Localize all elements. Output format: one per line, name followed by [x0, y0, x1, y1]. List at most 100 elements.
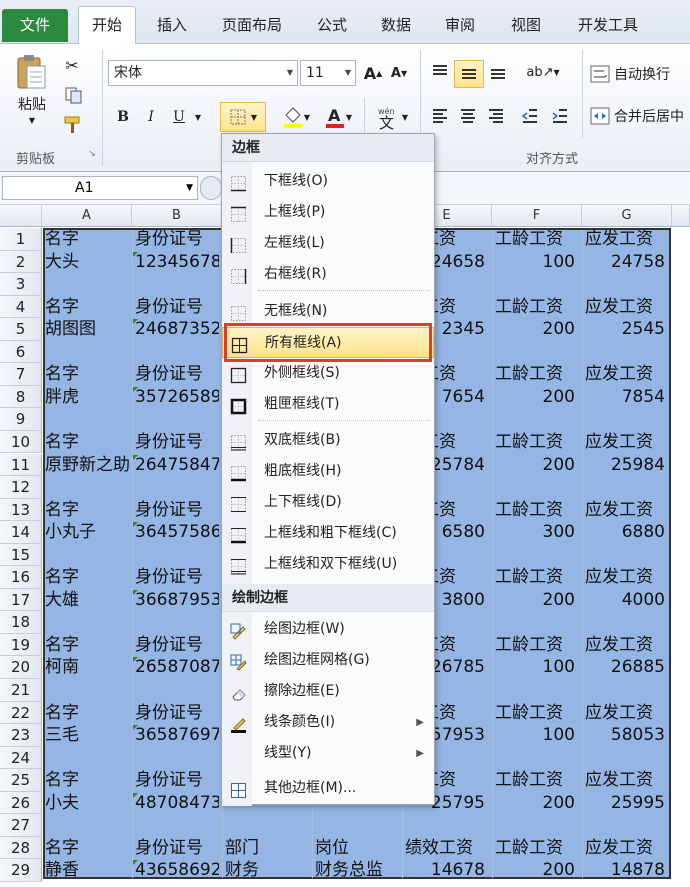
table-cell[interactable]: 123456789 — [135, 252, 219, 274]
table-cell[interactable]: 身份证号 — [135, 364, 219, 386]
menu-item-double-bottom-border[interactable]: 双底框线(B) — [222, 425, 434, 456]
menu-item-draw-border[interactable]: 绘图边框(W) — [222, 614, 434, 645]
row-header[interactable]: 10 — [0, 430, 42, 454]
table-cell[interactable]: 应发工资 — [585, 703, 669, 725]
table-cell[interactable]: 小丸子 — [45, 522, 132, 544]
table-cell[interactable]: 身份证号 — [135, 635, 219, 657]
row-header[interactable]: 15 — [0, 543, 42, 567]
table-cell[interactable]: 岗位 — [315, 838, 399, 860]
table-cell[interactable]: 静香 — [45, 860, 132, 882]
table-cell[interactable]: 工龄工资 — [495, 635, 579, 657]
table-cell[interactable]: 身份证号 — [135, 229, 219, 251]
tab-home[interactable]: 开始 — [78, 6, 136, 45]
tab-page-layout[interactable]: 页面布局 — [212, 7, 292, 44]
table-cell[interactable]: 应发工资 — [585, 432, 669, 454]
paste-button[interactable] — [12, 50, 52, 94]
table-cell[interactable]: 工龄工资 — [495, 838, 579, 860]
table-cell[interactable]: 200 — [495, 455, 579, 477]
shrink-font-icon[interactable]: A ▼ — [388, 62, 410, 84]
row-header[interactable]: 2 — [0, 250, 42, 274]
row-header[interactable]: 16 — [0, 566, 42, 589]
table-cell[interactable]: 应发工资 — [585, 635, 669, 657]
table-cell[interactable]: 100 — [495, 725, 579, 747]
row-header[interactable]: 14 — [0, 521, 42, 544]
menu-item-outside-borders[interactable]: 外侧框线(S) — [222, 358, 434, 389]
table-cell[interactable]: 14878 — [585, 860, 669, 882]
menu-item-left-border[interactable]: 左框线(L) — [222, 228, 434, 259]
row-header[interactable]: 22 — [0, 701, 42, 725]
table-cell[interactable]: 大雄 — [45, 590, 132, 612]
table-cell[interactable]: 366879534 — [135, 590, 219, 612]
table-cell[interactable]: 100 — [495, 252, 579, 274]
table-cell[interactable]: 名字 — [45, 838, 132, 860]
table-cell[interactable]: 26885 — [585, 657, 669, 679]
table-cell[interactable]: 应发工资 — [585, 500, 669, 522]
column-header-b[interactable]: B — [132, 205, 222, 227]
row-header[interactable]: 6 — [0, 340, 42, 364]
chevron-down-icon[interactable]: ▼ — [192, 106, 204, 128]
row-header[interactable]: 27 — [0, 814, 42, 837]
row-header[interactable]: 25 — [0, 769, 42, 792]
row-header[interactable]: 9 — [0, 408, 42, 431]
table-cell[interactable]: 265870876 — [135, 657, 219, 679]
table-cell[interactable]: 名字 — [45, 297, 132, 319]
table-cell[interactable]: 身份证号 — [135, 432, 219, 454]
row-header[interactable]: 13 — [0, 498, 42, 522]
table-cell[interactable]: 应发工资 — [585, 567, 669, 589]
tab-data[interactable]: 数据 — [370, 7, 422, 44]
row-header[interactable]: 4 — [0, 295, 42, 319]
table-cell[interactable]: 200 — [495, 860, 579, 882]
table-cell[interactable]: 大头 — [45, 252, 132, 274]
column-header-h[interactable] — [672, 205, 690, 227]
table-cell[interactable]: 应发工资 — [585, 229, 669, 251]
row-header[interactable]: 28 — [0, 836, 42, 860]
table-cell[interactable]: 200 — [495, 319, 579, 341]
align-right-icon[interactable] — [484, 104, 508, 128]
select-all-corner[interactable] — [0, 205, 42, 227]
column-header-g[interactable]: G — [582, 205, 672, 227]
table-cell[interactable]: 名字 — [45, 635, 132, 657]
row-header[interactable]: 26 — [0, 791, 42, 815]
row-header[interactable]: 7 — [0, 363, 42, 386]
table-cell[interactable]: 25984 — [585, 455, 669, 477]
table-cell[interactable]: 4000 — [585, 590, 669, 612]
table-cell[interactable]: 300 — [495, 522, 579, 544]
font-size-select[interactable]: 11 ▼ — [300, 60, 356, 86]
menu-item-erase-border[interactable]: 擦除边框(E) — [222, 676, 434, 707]
middle-align-icon[interactable] — [454, 60, 484, 88]
table-cell[interactable]: 365876976 — [135, 725, 219, 747]
fill-color-button[interactable]: ▼ — [276, 102, 316, 132]
table-cell[interactable]: 436586923 — [135, 860, 219, 882]
table-cell[interactable]: 264758476 — [135, 455, 219, 477]
table-cell[interactable]: 2545 — [585, 319, 669, 341]
table-cell[interactable]: 名字 — [45, 703, 132, 725]
table-cell[interactable]: 7854 — [585, 387, 669, 409]
table-cell[interactable]: 名字 — [45, 229, 132, 251]
row-header[interactable]: 5 — [0, 318, 42, 341]
name-box[interactable]: A1 ▼ — [2, 176, 198, 200]
row-header[interactable]: 8 — [0, 385, 42, 409]
table-cell[interactable]: 200 — [495, 387, 579, 409]
table-cell[interactable]: 身份证号 — [135, 770, 219, 792]
phonetic-button[interactable]: wén 文 ▼ — [372, 102, 412, 132]
row-header[interactable]: 24 — [0, 746, 42, 770]
font-color-button[interactable]: A ▼ — [318, 102, 358, 132]
row-header[interactable]: 20 — [0, 656, 42, 679]
table-cell[interactable]: 364575865 — [135, 522, 219, 544]
decrease-indent-icon[interactable] — [518, 104, 542, 128]
grow-font-icon[interactable]: A ▲ — [362, 62, 384, 84]
table-cell[interactable]: 名字 — [45, 770, 132, 792]
font-name-select[interactable]: 宋体 ▼ — [108, 60, 298, 86]
table-cell[interactable]: 24758 — [585, 252, 669, 274]
tab-insert[interactable]: 插入 — [146, 7, 198, 44]
table-cell[interactable]: 200 — [495, 793, 579, 815]
table-cell[interactable]: 工龄工资 — [495, 500, 579, 522]
table-cell[interactable]: 身份证号 — [135, 567, 219, 589]
row-header[interactable]: 12 — [0, 476, 42, 499]
row-header[interactable]: 19 — [0, 633, 42, 657]
table-cell[interactable]: 胖虎 — [45, 387, 132, 409]
merge-center-button[interactable]: 合并后居中 — [590, 104, 690, 128]
menu-item-bottom-border[interactable]: 下框线(O) — [222, 166, 434, 197]
table-cell[interactable]: 应发工资 — [585, 838, 669, 860]
table-cell[interactable]: 三毛 — [45, 725, 132, 747]
